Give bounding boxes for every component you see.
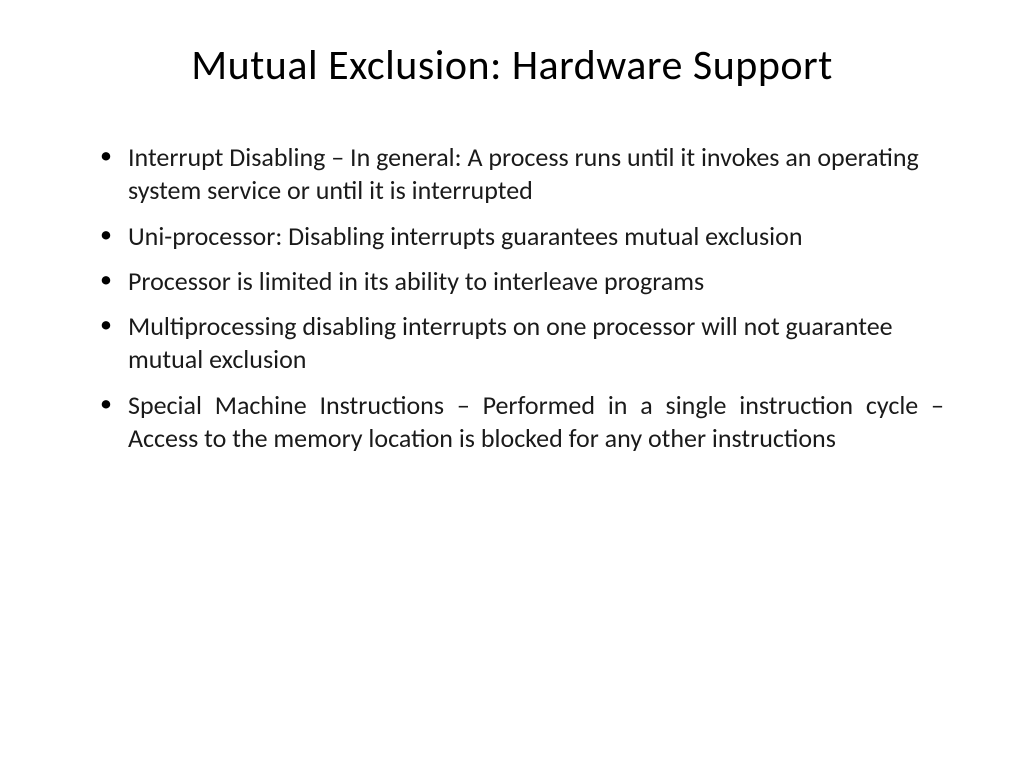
bullet-item: Special Machine Instructions – Performed… <box>100 389 944 456</box>
slide-title: Mutual Exclusion: Hardware Support <box>80 40 944 91</box>
bullet-item: Multiprocessing disabling interrupts on … <box>100 310 944 377</box>
bullet-item: Uni-processor: Disabling interrupts guar… <box>100 220 944 253</box>
bullet-list: Interrupt Disabling – In general: A proc… <box>80 141 944 455</box>
bullet-item: Interrupt Disabling – In general: A proc… <box>100 141 944 208</box>
bullet-item: Processor is limited in its ability to i… <box>100 265 944 298</box>
